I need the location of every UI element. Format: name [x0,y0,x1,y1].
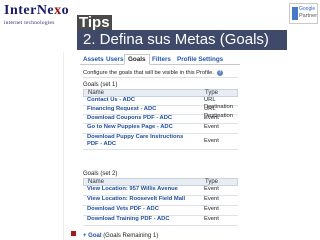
table-row: Contact Us - ADC URL Destination [83,97,238,110]
table-row: View Location: Roosevelt Field Mall Even… [83,196,238,206]
table-row: Financing Request - ADC URL Destination [83,106,238,119]
tab-users[interactable]: Users [106,55,124,65]
config-text: Configure the goals that will be visible… [83,69,238,78]
partner-badge-line2: Partner [299,13,318,19]
add-goal: + Goal (Goals Remaining 1) [83,232,158,240]
goal-link[interactable]: Download Coupons PDF - ADC [87,115,172,122]
goal-link[interactable]: Go to New Puppies Page - ADC [87,124,173,131]
slide-subtitle: 2. Defina sus Metas (Goals) [77,30,287,50]
tab-bar: Assets Users Goals Filters Profile Setti… [80,54,240,65]
goal-type: Event [204,138,219,144]
table-row: Download Training PDF - ADC Event [83,216,238,226]
column-header-type: Type [205,179,219,185]
table-row: View Location: 957 Willis Avenue Event [83,186,238,196]
tab-filters[interactable]: Filters [152,55,171,65]
left-margin-bar [0,52,64,240]
logo-part1: InterNe [4,3,55,18]
slide-title: Tips [77,14,112,31]
tab-profile-settings[interactable]: Profile Settings [177,55,223,65]
goal-type: Event [204,115,219,121]
goal-set-1-header: Name Type [83,89,238,97]
help-icon[interactable]: ? [216,69,223,76]
slide: InterNexo internet technologies Tips 2. … [0,0,320,240]
logo-tagline: internet technologies [4,20,55,26]
column-header-name: Name [88,179,105,185]
goal-type: Event [204,216,219,222]
logo-wordmark: InterNexo [4,3,72,19]
goal-set-2-header: Name Type [83,178,238,186]
config-label: Configure the goals that will be visible… [83,70,214,76]
goal-set-2-label: Goals (set 2) [83,171,118,177]
analytics-goals-panel: Assets Users Goals Filters Profile Setti… [80,54,240,240]
column-header-name: Name [88,90,105,96]
goal-link[interactable]: View Location: Roosevelt Field Mall [87,196,185,203]
goals-remaining-note: (Goals Remaining 1) [103,233,159,239]
logo-part3: o [61,3,70,18]
google-partner-badge: Google Partner [289,3,318,24]
table-row: Go to New Puppies Page - ADC Event [83,124,238,134]
goal-link[interactable]: View Location: 957 Willis Avenue [87,186,178,193]
column-header-type: Type [205,90,219,96]
goal-link[interactable]: Financing Request - ADC [87,106,156,113]
partner-badge-line1: Google [299,6,316,12]
table-row: Download Vets PDF - ADC Event [83,206,238,216]
goal-type: Event [204,196,219,202]
goal-link[interactable]: Contact Us - ADC [87,97,135,104]
goal-type: Event [204,206,219,212]
partner-icon [292,7,298,20]
internexo-logo: InterNexo internet technologies [4,3,72,37]
logo-part2: x [54,3,62,18]
goal-link[interactable]: Download Puppy Care Instructions PDF - A… [87,134,195,148]
bullet-square-icon [71,231,76,236]
goal-type: Event [204,124,219,130]
tab-goals[interactable]: Goals [124,54,150,65]
add-goal-link[interactable]: + Goal [83,233,102,239]
tab-assets[interactable]: Assets [83,55,104,65]
table-row: Download Coupons PDF - ADC Event [83,115,238,124]
goal-link[interactable]: Download Training PDF - ADC [87,216,170,223]
table-row: Download Puppy Care Instructions PDF - A… [83,134,238,150]
goal-link[interactable]: Download Vets PDF - ADC [87,206,159,213]
goal-type: Event [204,186,219,192]
goal-set-1-label: Goals (set 1) [83,82,118,88]
